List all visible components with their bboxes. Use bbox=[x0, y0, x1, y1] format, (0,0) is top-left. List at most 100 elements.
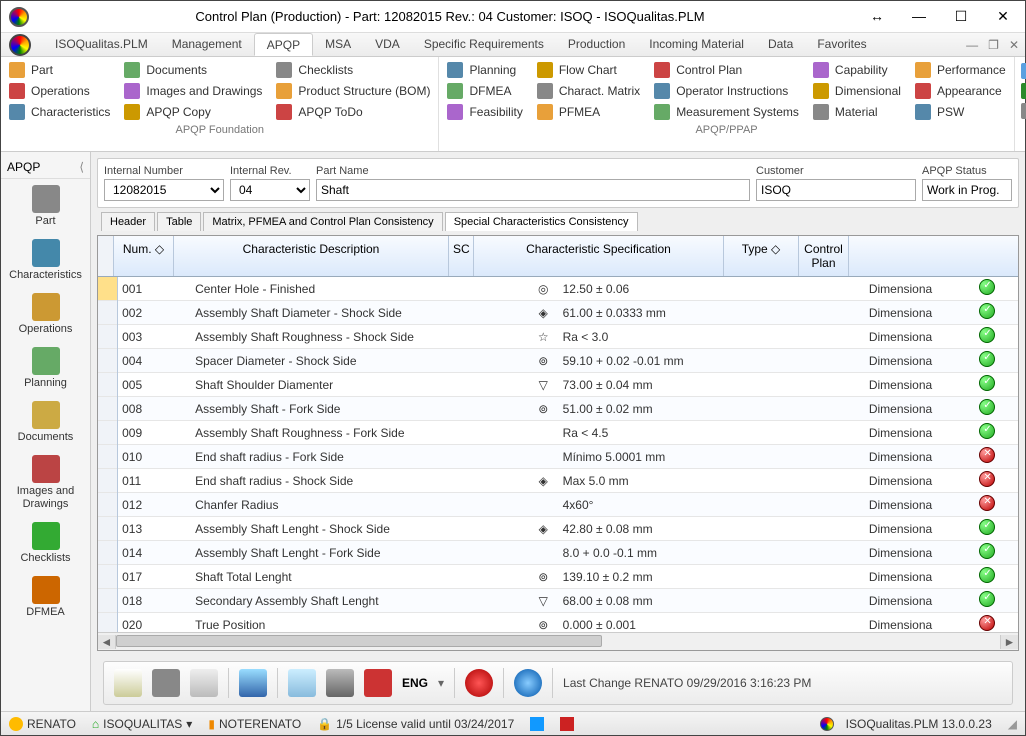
cancel-icon[interactable] bbox=[465, 669, 493, 697]
ribbon-charact-matrix[interactable]: Charact. Matrix bbox=[535, 82, 642, 100]
col-num-header[interactable]: Num. bbox=[123, 242, 152, 256]
flag-icon[interactable] bbox=[1021, 83, 1026, 99]
pdf-icon[interactable] bbox=[364, 669, 392, 697]
ribbon-control-plan[interactable]: Control Plan bbox=[652, 61, 801, 79]
language-selector[interactable]: ENG bbox=[402, 676, 428, 690]
ribbon-images-and-drawings[interactable]: Images and Drawings bbox=[122, 82, 264, 100]
table-row[interactable]: 001Center Hole - Finished◎12.50 ± 0.06Di… bbox=[98, 277, 1018, 301]
menu-favorites[interactable]: Favorites bbox=[805, 33, 878, 56]
menu-msa[interactable]: MSA bbox=[313, 33, 363, 56]
ribbon-performance[interactable]: Performance bbox=[913, 61, 1008, 79]
sidebar-item-dfmea[interactable]: DFMEA bbox=[1, 570, 90, 624]
ribbon-documents[interactable]: Documents bbox=[122, 61, 264, 79]
ribbon-flow-chart[interactable]: Flow Chart bbox=[535, 61, 642, 79]
table-row[interactable]: 008Assembly Shaft - Fork Side⊚51.00 ± 0.… bbox=[98, 397, 1018, 421]
list-icon[interactable] bbox=[1021, 63, 1026, 79]
cell-spec: 42.80 ± 0.08 mm bbox=[559, 517, 865, 541]
sidebar-item-part[interactable]: Part bbox=[1, 179, 90, 233]
table-row[interactable]: 012Chanfer Radius4x60°Dimensiona bbox=[98, 493, 1018, 517]
ribbon-part[interactable]: Part bbox=[7, 61, 112, 79]
ribbon-apqp-todo[interactable]: APQP ToDo bbox=[274, 103, 432, 121]
ribbon-operations[interactable]: Operations bbox=[7, 82, 112, 100]
table-row[interactable]: 017Shaft Total Lenght⊚139.10 ± 0.2 mmDim… bbox=[98, 565, 1018, 589]
tab-table[interactable]: Table bbox=[157, 212, 201, 231]
apqp-status-field[interactable] bbox=[922, 179, 1012, 201]
ribbon-dimensional[interactable]: Dimensional bbox=[811, 82, 903, 100]
ribbon-product-structure-bom-[interactable]: Product Structure (BOM) bbox=[274, 82, 432, 100]
sync-icon[interactable]: ↔ bbox=[863, 8, 891, 25]
ribbon-measurement-systems[interactable]: Measurement Systems bbox=[652, 103, 801, 121]
table-row[interactable]: 009Assembly Shaft Roughness - Fork SideR… bbox=[98, 421, 1018, 445]
table-row[interactable]: 004Spacer Diameter - Shock Side⊚59.10 + … bbox=[98, 349, 1018, 373]
ribbon-planning[interactable]: Planning bbox=[445, 61, 524, 79]
part-name-field[interactable] bbox=[316, 179, 750, 201]
horizontal-scrollbar[interactable]: ◄► bbox=[98, 632, 1018, 650]
mdi-restore-icon[interactable]: ❐ bbox=[988, 38, 999, 52]
mdi-close-icon[interactable]: ✕ bbox=[1009, 38, 1019, 52]
ribbon-checklists[interactable]: Checklists bbox=[274, 61, 432, 79]
pdf-status-icon[interactable] bbox=[560, 717, 574, 731]
col-sc-header[interactable]: SC bbox=[453, 242, 470, 256]
app-menu-icon[interactable] bbox=[9, 34, 31, 56]
help-icon[interactable] bbox=[514, 669, 542, 697]
save-icon[interactable] bbox=[152, 669, 180, 697]
menu-management[interactable]: Management bbox=[160, 33, 254, 56]
preview-icon[interactable] bbox=[288, 669, 316, 697]
ribbon-feasibility[interactable]: Feasibility bbox=[445, 103, 524, 121]
ribbon-psw[interactable]: PSW bbox=[913, 103, 1008, 121]
col-ctrl-header[interactable]: Control Plan bbox=[804, 242, 843, 270]
col-type-header[interactable]: Type bbox=[742, 242, 768, 256]
menu-vda[interactable]: VDA bbox=[363, 33, 412, 56]
table-row[interactable]: 005Shaft Shoulder Diamenter▽73.00 ± 0.04… bbox=[98, 373, 1018, 397]
menu-apqp[interactable]: APQP bbox=[254, 33, 313, 56]
sidebar-item-checklists[interactable]: Checklists bbox=[1, 516, 90, 570]
overflow-icon[interactable] bbox=[1021, 103, 1026, 119]
sidebar-pin-icon[interactable]: ⟨ bbox=[79, 160, 84, 174]
col-spec-header[interactable]: Characteristic Specification bbox=[526, 242, 671, 256]
menu-specific-requirements[interactable]: Specific Requirements bbox=[412, 33, 556, 56]
tab-header[interactable]: Header bbox=[101, 212, 155, 231]
refresh-icon[interactable] bbox=[239, 669, 267, 697]
menu-data[interactable]: Data bbox=[756, 33, 805, 56]
col-desc-header[interactable]: Characteristic Description bbox=[243, 242, 380, 256]
mdi-minimize-icon[interactable]: — bbox=[966, 38, 978, 52]
eraser-icon[interactable] bbox=[190, 669, 218, 697]
sidebar-item-images-and-drawings[interactable]: Images and Drawings bbox=[1, 449, 90, 515]
ribbon-operator-instructions[interactable]: Operator Instructions bbox=[652, 82, 801, 100]
sidebar-item-planning[interactable]: Planning bbox=[1, 341, 90, 395]
ribbon-dfmea[interactable]: DFMEA bbox=[445, 82, 524, 100]
word-icon[interactable] bbox=[530, 717, 544, 731]
ribbon-pfmea[interactable]: PFMEA bbox=[535, 103, 642, 121]
ribbon-appearance[interactable]: Appearance bbox=[913, 82, 1008, 100]
ribbon-capability[interactable]: Capability bbox=[811, 61, 903, 79]
table-row[interactable]: 003Assembly Shaft Roughness - Shock Side… bbox=[98, 325, 1018, 349]
table-row[interactable]: 014Assembly Shaft Lenght - Fork Side8.0 … bbox=[98, 541, 1018, 565]
internal-rev-field[interactable]: 04 bbox=[230, 179, 310, 201]
ribbon-characteristics[interactable]: Characteristics bbox=[7, 103, 112, 121]
tab-matrix-pfmea-and-control-plan-consistency[interactable]: Matrix, PFMEA and Control Plan Consisten… bbox=[203, 212, 442, 231]
print-icon[interactable] bbox=[326, 669, 354, 697]
internal-number-field[interactable]: 12082015 bbox=[104, 179, 224, 201]
minimize-button[interactable]: — bbox=[905, 8, 933, 25]
menu-isoqualitas-plm[interactable]: ISOQualitas.PLM bbox=[43, 33, 160, 56]
edit-icon[interactable] bbox=[114, 669, 142, 697]
table-row[interactable]: 002Assembly Shaft Diameter - Shock Side◈… bbox=[98, 301, 1018, 325]
ribbon-material[interactable]: Material bbox=[811, 103, 903, 121]
tab-special-characteristics-consistency[interactable]: Special Characteristics Consistency bbox=[445, 212, 638, 231]
sidebar-item-documents[interactable]: Documents bbox=[1, 395, 90, 449]
menu-incoming-material[interactable]: Incoming Material bbox=[637, 33, 756, 56]
table-row[interactable]: 020True Position⊚0.000 ± 0.001Dimensiona bbox=[98, 613, 1018, 633]
customer-field[interactable] bbox=[756, 179, 916, 201]
sidebar-item-characteristics[interactable]: Characteristics bbox=[1, 233, 90, 287]
resize-grip-icon[interactable]: ◢ bbox=[1008, 717, 1017, 731]
table-row[interactable]: 010End shaft radius - Fork SideMínimo 5.… bbox=[98, 445, 1018, 469]
close-button[interactable]: ✕ bbox=[989, 8, 1017, 25]
ribbon-apqp-copy[interactable]: APQP Copy bbox=[122, 103, 264, 121]
menu-production[interactable]: Production bbox=[556, 33, 637, 56]
table-row[interactable]: 018Secondary Assembly Shaft Lenght▽68.00… bbox=[98, 589, 1018, 613]
status-org[interactable]: ISOQUALITAS bbox=[103, 717, 182, 731]
table-row[interactable]: 013Assembly Shaft Lenght - Shock Side◈42… bbox=[98, 517, 1018, 541]
table-row[interactable]: 011End shaft radius - Shock Side◈Max 5.0… bbox=[98, 469, 1018, 493]
sidebar-item-operations[interactable]: Operations bbox=[1, 287, 90, 341]
maximize-button[interactable]: ☐ bbox=[947, 8, 975, 25]
